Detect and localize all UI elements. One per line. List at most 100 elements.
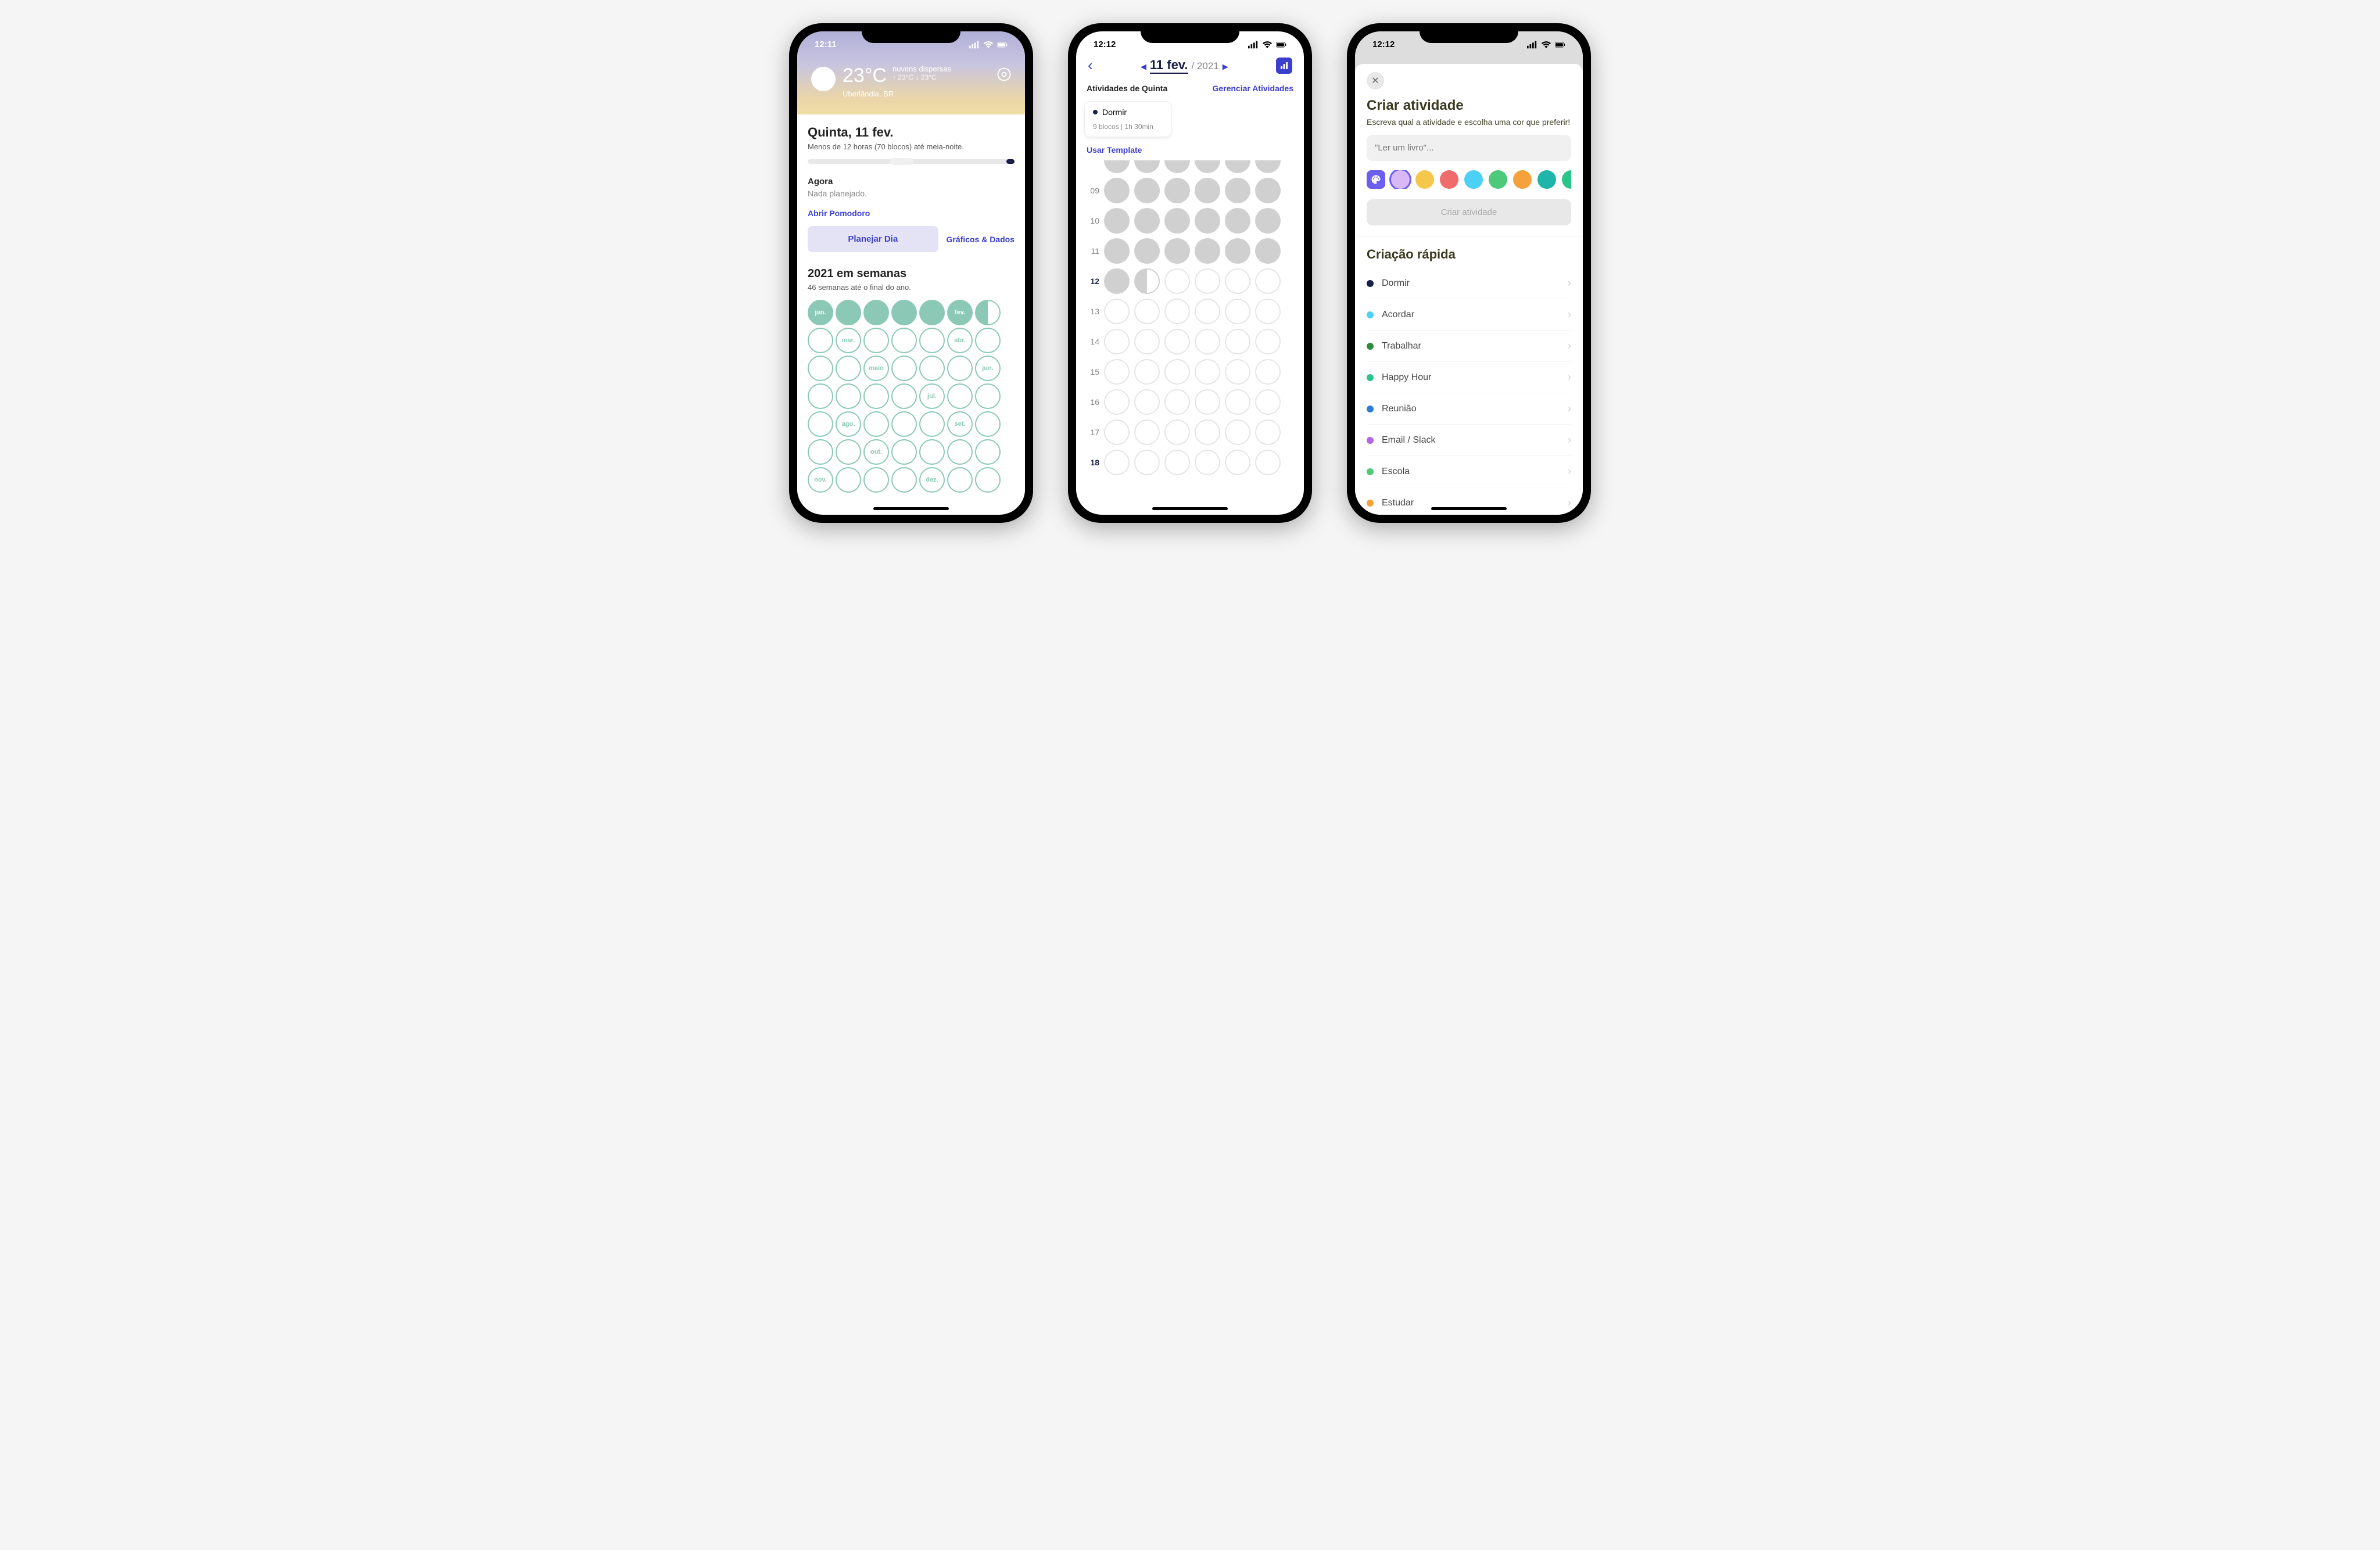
- week-circle[interactable]: jul.: [919, 383, 945, 409]
- week-circle[interactable]: mar.: [836, 328, 861, 353]
- time-block[interactable]: [1195, 359, 1220, 385]
- week-circle[interactable]: [863, 411, 889, 437]
- time-block[interactable]: [1225, 419, 1250, 445]
- time-block[interactable]: [1225, 389, 1250, 415]
- color-swatch[interactable]: [1415, 170, 1434, 189]
- use-template-link[interactable]: Usar Template: [1084, 145, 1296, 155]
- pomodoro-link[interactable]: Abrir Pomodoro: [808, 209, 1015, 218]
- week-circle[interactable]: [975, 411, 1001, 437]
- prev-day-icon[interactable]: ◀: [1141, 62, 1146, 71]
- close-button[interactable]: ✕: [1367, 72, 1384, 89]
- week-circle[interactable]: [891, 328, 917, 353]
- quick-create-item[interactable]: Estudar›: [1367, 487, 1571, 515]
- time-block[interactable]: [1134, 419, 1160, 445]
- week-circle[interactable]: [891, 383, 917, 409]
- week-circle[interactable]: [891, 356, 917, 381]
- time-block[interactable]: [1255, 419, 1281, 445]
- time-block[interactable]: [1134, 299, 1160, 324]
- quick-create-item[interactable]: Happy Hour›: [1367, 362, 1571, 393]
- color-swatch[interactable]: [1513, 170, 1532, 189]
- time-block[interactable]: [1255, 389, 1281, 415]
- week-circle[interactable]: abr.: [947, 328, 973, 353]
- time-block[interactable]: [1164, 329, 1190, 354]
- week-circle[interactable]: [863, 467, 889, 493]
- time-block[interactable]: [1195, 178, 1220, 203]
- time-block[interactable]: [1164, 359, 1190, 385]
- time-block[interactable]: [1104, 359, 1130, 385]
- week-circle[interactable]: [975, 439, 1001, 465]
- time-block[interactable]: [1104, 238, 1130, 264]
- week-circle[interactable]: [836, 467, 861, 493]
- time-block[interactable]: [1255, 178, 1281, 203]
- time-block[interactable]: [1225, 299, 1250, 324]
- time-block[interactable]: [1134, 160, 1160, 173]
- quick-create-item[interactable]: Escola›: [1367, 456, 1571, 487]
- time-block[interactable]: [1104, 329, 1130, 354]
- quick-create-item[interactable]: Acordar›: [1367, 299, 1571, 331]
- time-block[interactable]: [1225, 160, 1250, 173]
- week-circle[interactable]: [863, 300, 889, 325]
- time-block[interactable]: [1195, 419, 1220, 445]
- time-block[interactable]: [1134, 329, 1160, 354]
- charts-link[interactable]: Gráficos & Dados: [947, 235, 1015, 244]
- week-circle[interactable]: [975, 300, 1001, 325]
- week-circle[interactable]: [891, 411, 917, 437]
- week-circle[interactable]: [863, 383, 889, 409]
- time-block[interactable]: [1134, 359, 1160, 385]
- week-circle[interactable]: [808, 328, 833, 353]
- time-block[interactable]: [1195, 160, 1220, 173]
- week-circle[interactable]: [975, 383, 1001, 409]
- time-block[interactable]: [1134, 268, 1160, 294]
- time-block[interactable]: [1134, 178, 1160, 203]
- time-block[interactable]: [1225, 268, 1250, 294]
- time-block[interactable]: [1164, 419, 1190, 445]
- time-block[interactable]: [1255, 208, 1281, 234]
- time-block[interactable]: [1195, 329, 1220, 354]
- time-block[interactable]: [1195, 268, 1220, 294]
- time-block[interactable]: [1104, 160, 1130, 173]
- time-block[interactable]: [1104, 268, 1130, 294]
- back-button[interactable]: ‹: [1088, 56, 1093, 74]
- time-block[interactable]: [1104, 419, 1130, 445]
- plan-day-button[interactable]: Planejar Dia: [808, 226, 938, 252]
- time-block[interactable]: [1104, 178, 1130, 203]
- quick-create-item[interactable]: Dormir›: [1367, 268, 1571, 299]
- week-circle[interactable]: jun.: [975, 356, 1001, 381]
- quick-create-item[interactable]: Reunião›: [1367, 393, 1571, 425]
- week-circle[interactable]: [975, 328, 1001, 353]
- color-swatch[interactable]: [1489, 170, 1507, 189]
- week-circle[interactable]: nov.: [808, 467, 833, 493]
- week-circle[interactable]: jan.: [808, 300, 833, 325]
- color-swatch[interactable]: [1562, 170, 1571, 189]
- time-block[interactable]: [1255, 299, 1281, 324]
- time-block[interactable]: [1104, 299, 1130, 324]
- week-circle[interactable]: [891, 439, 917, 465]
- time-block[interactable]: [1225, 329, 1250, 354]
- time-block[interactable]: [1255, 359, 1281, 385]
- week-circle[interactable]: [975, 467, 1001, 493]
- time-block[interactable]: [1225, 208, 1250, 234]
- palette-icon[interactable]: [1367, 170, 1385, 189]
- activity-card[interactable]: Dormir 9 blocos | 1h 30min: [1084, 101, 1171, 137]
- time-block[interactable]: [1134, 208, 1160, 234]
- time-block[interactable]: [1195, 389, 1220, 415]
- home-indicator[interactable]: [1431, 507, 1507, 510]
- activity-name-input[interactable]: [1367, 135, 1571, 161]
- week-circle[interactable]: [863, 328, 889, 353]
- time-block[interactable]: [1164, 238, 1190, 264]
- time-block[interactable]: [1255, 268, 1281, 294]
- settings-icon[interactable]: [996, 66, 1012, 82]
- time-block[interactable]: [1164, 299, 1190, 324]
- week-circle[interactable]: [919, 328, 945, 353]
- time-block[interactable]: [1104, 389, 1130, 415]
- time-block[interactable]: [1134, 389, 1160, 415]
- color-swatch[interactable]: [1440, 170, 1458, 189]
- time-block[interactable]: [1164, 450, 1190, 475]
- week-circle[interactable]: [836, 439, 861, 465]
- home-indicator[interactable]: [873, 507, 949, 510]
- time-block[interactable]: [1104, 208, 1130, 234]
- color-swatch[interactable]: [1537, 170, 1556, 189]
- time-block[interactable]: [1255, 238, 1281, 264]
- week-circle[interactable]: maio: [863, 356, 889, 381]
- stats-button[interactable]: [1276, 58, 1292, 74]
